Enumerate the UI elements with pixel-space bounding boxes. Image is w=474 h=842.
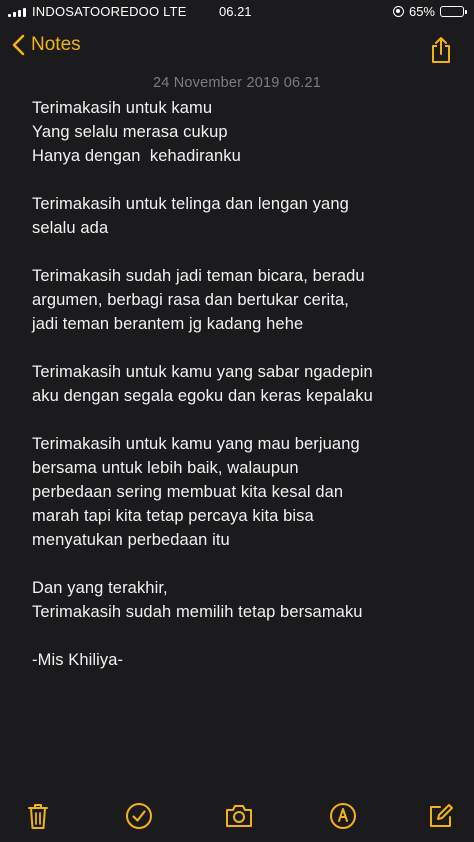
status-bar: INDOSATOOREDOO LTE 06.21 65% xyxy=(0,0,474,24)
battery-icon xyxy=(440,6,467,17)
bottom-toolbar xyxy=(0,798,474,838)
back-button-label: Notes xyxy=(31,34,81,55)
note-blank-line xyxy=(32,624,462,648)
chevron-left-icon xyxy=(12,34,25,56)
note-line: jadi teman berantem jg kadang hehe xyxy=(32,315,304,333)
battery-percent: 65% xyxy=(408,4,435,19)
share-icon xyxy=(432,37,450,63)
note-line: selalu ada xyxy=(32,219,109,237)
note-date: 24 November 2019 06.21 xyxy=(152,75,322,91)
signal-strength-icon xyxy=(8,6,26,17)
note-line: -Mis Khiliya- xyxy=(32,651,124,669)
note-line: bersama untuk lebih baik, walaupun xyxy=(32,459,299,477)
note-line: Dan yang terakhir, xyxy=(32,579,168,597)
orientation-lock-icon xyxy=(392,6,404,17)
camera-icon xyxy=(226,805,252,827)
camera-button[interactable] xyxy=(224,802,254,835)
note-blank-line xyxy=(32,408,462,432)
note-line: perbedaan sering membuat kita kesal dan xyxy=(32,483,344,501)
note-blank-line xyxy=(32,336,462,360)
trash-icon xyxy=(28,804,48,829)
note-line: Hanya dengan kehadiranku xyxy=(32,147,241,165)
back-to-notes-button[interactable]: Notes xyxy=(12,34,81,56)
note-body[interactable]: Terimakasih untuk kamu Yang selalu merasa… xyxy=(32,96,462,672)
checklist-button[interactable] xyxy=(125,802,153,835)
note-line: argumen, berbagi rasa dan bertukar cerit… xyxy=(32,291,349,309)
note-line: aku dengan segala egoku dan keras kepala… xyxy=(32,387,373,405)
note-line: Terimakasih untuk telinga dan lengan yan… xyxy=(32,195,349,213)
delete-button[interactable] xyxy=(27,802,49,835)
compose-button[interactable] xyxy=(427,802,455,835)
navigation-bar: Notes xyxy=(0,28,474,72)
note-line: Terimakasih untuk kamu yang mau berjuang xyxy=(32,435,360,453)
note-line: Terimakasih sudah jadi teman bicara, ber… xyxy=(32,267,365,285)
note-line: Terimakasih untuk kamu yang sabar ngadep… xyxy=(32,363,373,381)
note-line: Terimakasih sudah memilih tetap bersamak… xyxy=(32,603,363,621)
note-blank-line xyxy=(32,240,462,264)
carrier-label: INDOSATOOREDOO LTE xyxy=(32,4,187,19)
note-line: Yang selalu merasa cukup xyxy=(32,123,228,141)
note-line: marah tapi kita tetap percaya kita bisa xyxy=(32,507,314,525)
note-line: Terimakasih untuk kamu xyxy=(32,99,213,117)
markup-icon xyxy=(330,803,356,829)
note-blank-line xyxy=(32,552,462,576)
note-line: menyatukan perbedaan itu xyxy=(32,531,230,549)
markup-button[interactable] xyxy=(329,802,357,835)
compose-icon xyxy=(430,804,453,827)
share-button[interactable] xyxy=(430,36,452,69)
note-blank-line xyxy=(32,168,462,192)
status-time: 06.21 xyxy=(219,4,252,19)
status-right: 65% xyxy=(392,4,467,19)
checklist-icon xyxy=(126,803,152,829)
